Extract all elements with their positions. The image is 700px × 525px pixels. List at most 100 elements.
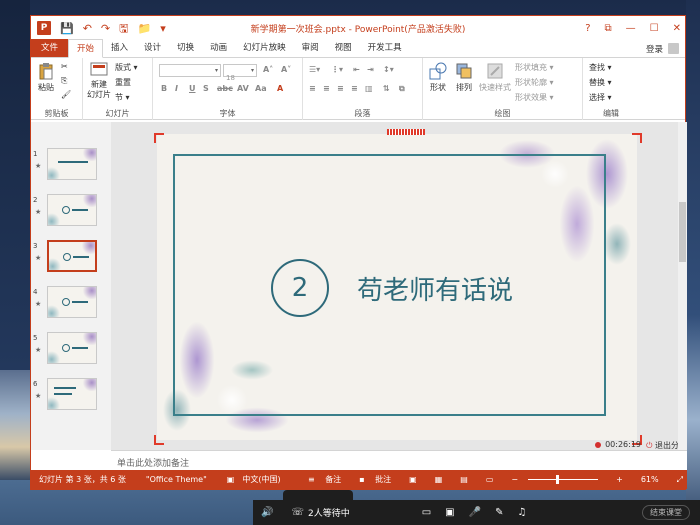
maximize-button[interactable]: ☐ xyxy=(650,23,659,34)
zoom-level[interactable]: 61% xyxy=(641,475,659,484)
vertical-scrollbar[interactable] xyxy=(678,122,687,450)
smartart-icon[interactable]: ⧉ xyxy=(399,84,405,94)
notes-toggle[interactable]: ≡ 备注 xyxy=(308,474,341,485)
numbering-icon[interactable]: ⋮▾ xyxy=(331,65,343,74)
section-button[interactable]: 节 ▾ xyxy=(115,92,130,103)
select-button[interactable]: 选择 ▾ xyxy=(589,92,612,103)
tab-slideshow[interactable]: 幻灯片放映 xyxy=(235,39,294,57)
chevron-down-icon: ▾ xyxy=(214,67,218,74)
shape-fill-button[interactable]: 形状填充 ▾ xyxy=(515,62,554,73)
image-icon[interactable]: ▣ xyxy=(445,507,454,518)
speaker-icon[interactable]: 🔊 xyxy=(261,507,273,518)
italic-button[interactable]: I xyxy=(175,84,178,93)
new-slide-button[interactable]: 新建 幻灯片 xyxy=(85,62,113,100)
fit-to-window-icon[interactable]: ⤢ xyxy=(677,475,683,485)
slide-thumbnail-6[interactable]: 6 ★ xyxy=(33,378,109,412)
font-color-button[interactable]: A xyxy=(277,84,283,93)
zoom-slider[interactable] xyxy=(528,475,599,484)
shrink-font-icon[interactable]: A˅ xyxy=(281,65,291,74)
font-size-combo[interactable]: 18 ▾ xyxy=(223,64,257,82)
reset-button[interactable]: 重置 xyxy=(115,77,131,88)
tab-home[interactable]: 开始 xyxy=(68,39,104,58)
ribbon-display-options-icon[interactable]: ⧉ xyxy=(605,23,612,34)
zoom-out-button[interactable]: − xyxy=(511,475,518,484)
meeting-tab xyxy=(283,490,353,500)
customize-qat-icon[interactable]: ▾ xyxy=(160,23,166,34)
tab-review[interactable]: 审阅 xyxy=(294,39,327,57)
slide-preview-selected xyxy=(47,240,97,272)
tab-file[interactable]: 文件 xyxy=(31,39,69,57)
justify-icon[interactable]: ≡ xyxy=(351,84,358,93)
arrange-button[interactable]: 排列 xyxy=(451,62,477,93)
font-name-combo[interactable]: ▾ xyxy=(159,64,221,77)
tab-design[interactable]: 设计 xyxy=(136,39,169,57)
text-direction-icon[interactable]: ⇅ xyxy=(383,84,390,93)
microphone-icon[interactable]: 🎤 xyxy=(469,507,481,518)
language[interactable]: 中文(中国) xyxy=(242,474,280,485)
slide-sorter-icon[interactable]: ▦ xyxy=(435,475,443,484)
change-case-button[interactable]: Aa xyxy=(255,84,267,93)
scrollbar-thumb[interactable] xyxy=(679,202,686,262)
comments-toggle[interactable]: ▪ 批注 xyxy=(359,474,391,485)
slide-thumbnail-2[interactable]: 2 ★ xyxy=(33,194,109,228)
open-folder-icon[interactable]: 📁 xyxy=(138,23,152,34)
align-left-icon[interactable]: ≡ xyxy=(309,84,316,93)
tab-animations[interactable]: 动画 xyxy=(202,39,235,57)
slideshow-icon[interactable]: ▭ xyxy=(486,475,494,484)
sign-in-link[interactable]: 登录 xyxy=(646,43,663,55)
account-avatar[interactable] xyxy=(668,43,679,54)
columns-icon[interactable]: ▥ xyxy=(365,84,373,93)
zoom-slider-knob[interactable] xyxy=(556,475,560,484)
copy-icon[interactable]: ⎘ xyxy=(61,76,67,86)
grow-font-icon[interactable]: A˄ xyxy=(263,65,273,74)
minimize-button[interactable]: — xyxy=(626,23,636,34)
help-icon[interactable]: ? xyxy=(585,23,590,34)
reading-view-icon[interactable]: ▤ xyxy=(460,475,468,484)
edit-icon[interactable]: ✎ xyxy=(495,507,503,518)
align-right-icon[interactable]: ≡ xyxy=(337,84,344,93)
bullets-icon[interactable]: ☰▾ xyxy=(309,65,320,74)
slide-thumbnail-4[interactable]: 4 ★ xyxy=(33,286,109,320)
zoom-in-button[interactable]: + xyxy=(616,475,623,484)
waiting-count[interactable]: 2人等待中 xyxy=(308,506,350,519)
layout-button[interactable]: 版式 ▾ xyxy=(115,62,138,73)
tab-insert[interactable]: 插入 xyxy=(103,39,136,57)
close-button[interactable]: ✕ xyxy=(673,23,681,34)
strikethrough-button[interactable]: abc xyxy=(217,84,233,93)
text-shadow-button[interactable]: S xyxy=(203,84,209,93)
tab-developer[interactable]: 开发工具 xyxy=(360,39,410,57)
quick-styles-button[interactable]: 快速样式 xyxy=(477,62,513,93)
undo-icon[interactable]: ↶ xyxy=(83,23,92,34)
shape-outline-button[interactable]: 形状轮廓 ▾ xyxy=(515,77,554,88)
music-icon[interactable]: ♫ xyxy=(517,507,526,518)
selection-corner xyxy=(632,133,642,143)
find-button[interactable]: 查找 ▾ xyxy=(589,62,612,73)
slide-thumbnail-3[interactable]: 3 ★ xyxy=(33,240,109,274)
slide-thumbnail-1[interactable]: 1 ★ xyxy=(33,148,109,182)
redo-icon[interactable]: ↷ xyxy=(101,23,110,34)
shapes-button[interactable]: 形状 xyxy=(425,62,451,93)
char-spacing-button[interactable]: AV xyxy=(237,84,249,93)
camera-off-icon[interactable]: ▭ xyxy=(422,507,431,518)
line-spacing-icon[interactable]: ↕▾ xyxy=(383,65,394,74)
underline-button[interactable]: U xyxy=(189,84,196,93)
format-painter-icon[interactable]: 🖌 xyxy=(61,90,71,99)
replace-button[interactable]: 替换 ▾ xyxy=(589,77,612,88)
shape-effects-button[interactable]: 形状效果 ▾ xyxy=(515,92,554,103)
align-center-icon[interactable]: ≡ xyxy=(323,84,330,93)
decrease-indent-icon[interactable]: ⇤ xyxy=(353,65,360,74)
end-class-button[interactable]: 结束课堂 xyxy=(642,505,690,520)
normal-view-icon[interactable]: ▣ xyxy=(409,475,417,484)
from-beginning-icon[interactable]: 🖫 xyxy=(119,23,128,34)
cut-icon[interactable]: ✂ xyxy=(61,62,68,71)
save-icon[interactable]: 💾 xyxy=(60,23,74,34)
paste-button[interactable]: 粘贴 xyxy=(35,62,57,93)
tab-transitions[interactable]: 切换 xyxy=(169,39,202,57)
notes-pane[interactable]: 单击此处添加备注 xyxy=(111,450,687,472)
proofing-icon[interactable]: ▣ xyxy=(227,475,235,484)
bold-button[interactable]: B xyxy=(161,84,167,93)
increase-indent-icon[interactable]: ⇥ xyxy=(367,65,374,74)
tab-view[interactable]: 视图 xyxy=(327,39,360,57)
drag-handle[interactable] xyxy=(387,129,425,135)
slide-thumbnail-5[interactable]: 5 ★ xyxy=(33,332,109,366)
